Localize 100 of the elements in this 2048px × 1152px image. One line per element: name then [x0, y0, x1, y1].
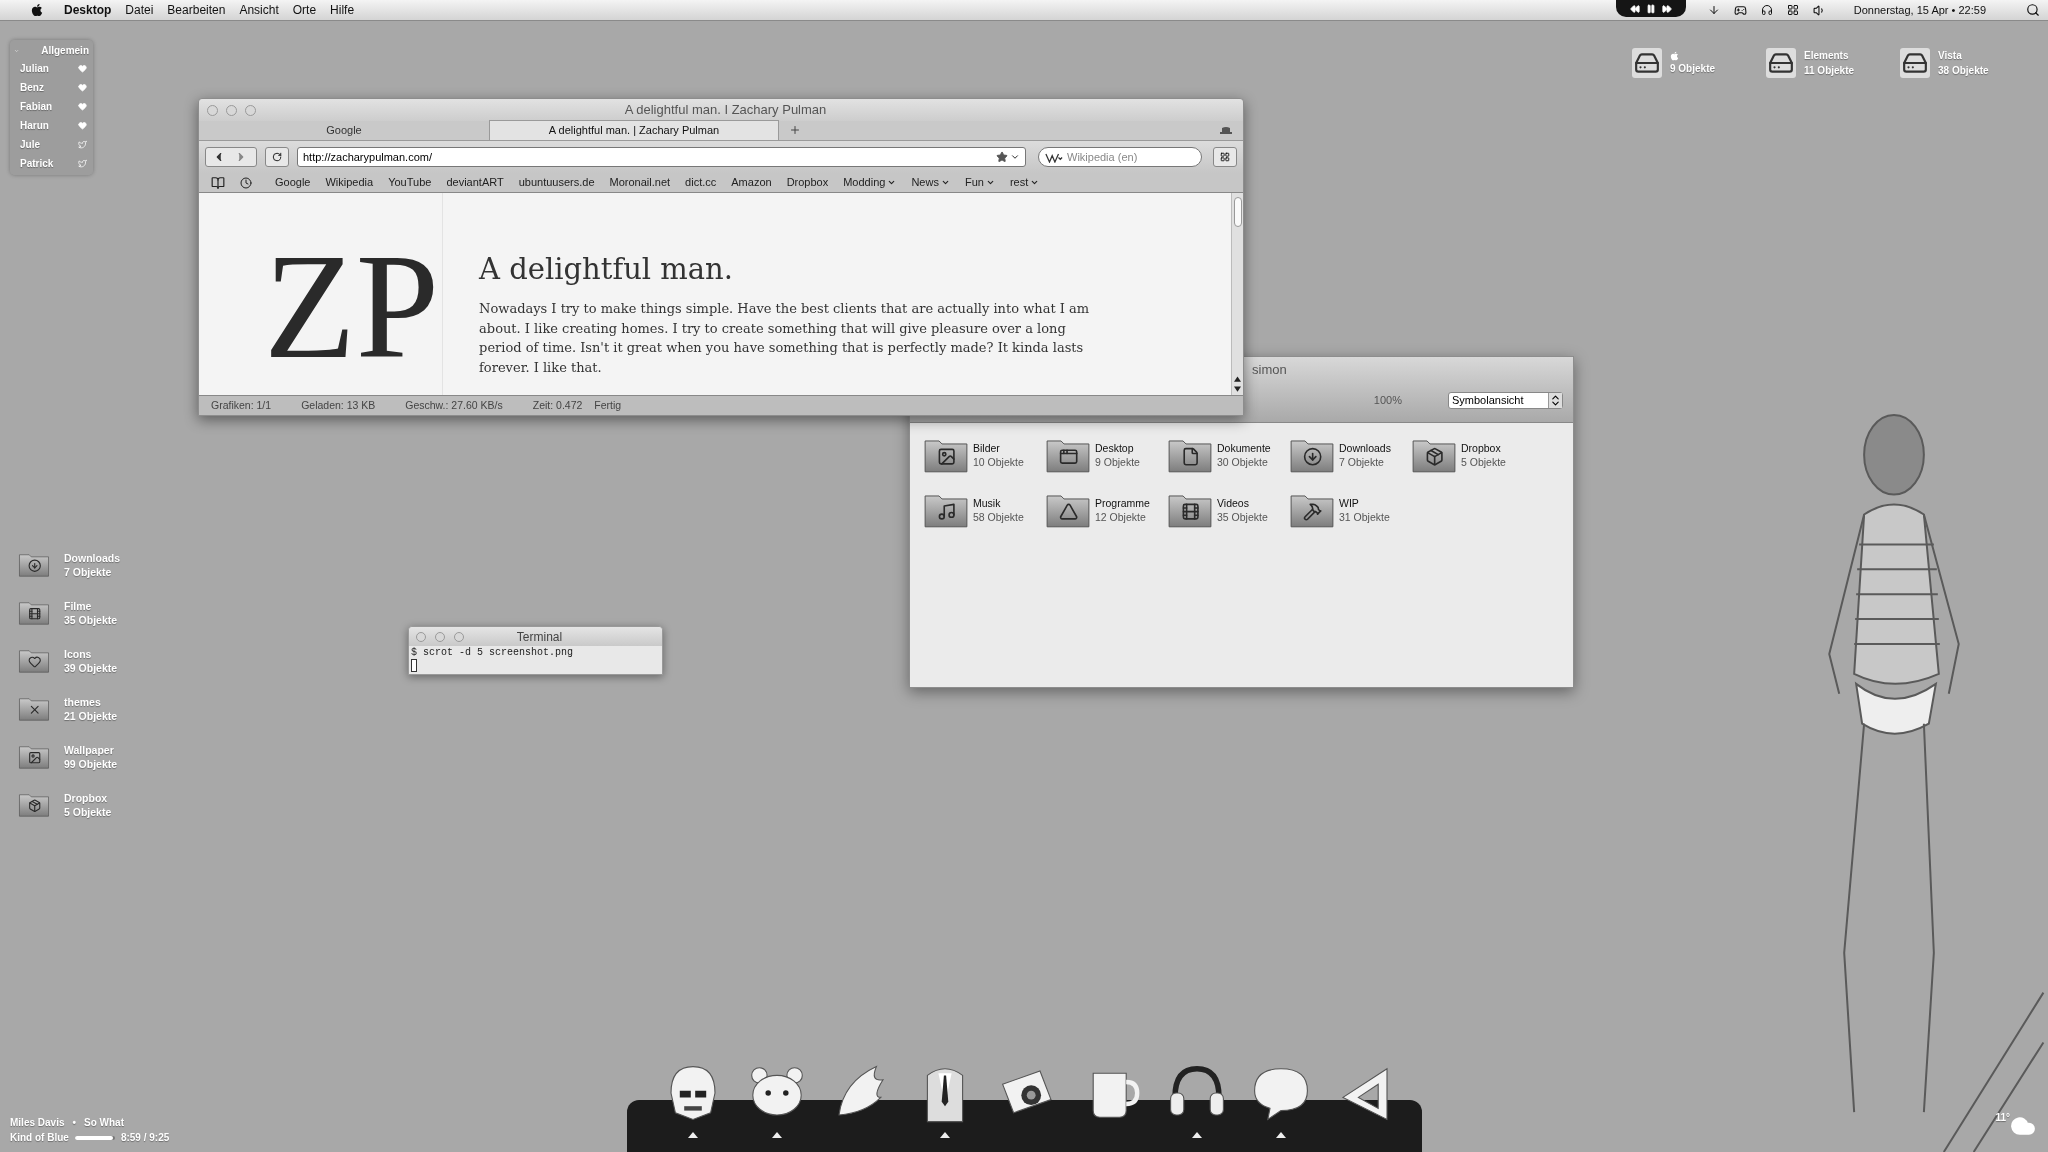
scroll-up-icon[interactable] — [1234, 376, 1241, 382]
reload-icon — [272, 152, 282, 162]
headphones-icon[interactable] — [1760, 4, 1773, 16]
temperature: 11° — [1995, 1111, 2010, 1125]
running-indicator — [1276, 1132, 1286, 1138]
dropbox-folder-icon — [1411, 437, 1457, 474]
dropdown-caret-icon — [985, 178, 995, 187]
folder-count: 30 Objekte — [1217, 455, 1269, 470]
document-folder-icon — [1167, 437, 1213, 474]
bookmark-folder[interactable]: News — [911, 174, 950, 191]
bookmark-link[interactable]: YouTube — [388, 174, 432, 191]
clock[interactable]: Donnerstag, 15 Apr • 22:59 — [1853, 1, 1986, 19]
download-folder-icon — [18, 552, 50, 578]
folder-count: 35 Objekte — [1217, 510, 1268, 525]
browser-tab[interactable]: Google — [199, 120, 489, 140]
running-indicator — [688, 1132, 698, 1138]
hard-drive-icon[interactable] — [1900, 48, 1930, 78]
hard-drive-icon[interactable] — [1766, 48, 1796, 78]
bird-icon — [78, 159, 87, 168]
artist-name: Miles Davis — [10, 1116, 65, 1130]
folder-label[interactable]: Dropbox — [1461, 441, 1506, 456]
bookmark-link[interactable]: Wikipedia — [325, 174, 374, 191]
bookmark-folder[interactable]: Modding — [843, 174, 897, 191]
drive-count: 11 Objekte — [1804, 64, 1856, 78]
bookmark-link[interactable]: Amazon — [731, 174, 772, 191]
folder-count: 5 Objekte — [64, 805, 112, 819]
search-engine-icon[interactable] — [1045, 151, 1063, 163]
folder-label[interactable]: Bilder — [973, 441, 1024, 456]
folder-count: 10 Objekte — [973, 455, 1024, 470]
volume-icon[interactable] — [1812, 3, 1826, 17]
dropdown-caret-icon — [887, 178, 897, 187]
menu-item[interactable]: Datei — [125, 1, 154, 19]
bird-icon — [78, 140, 87, 149]
dropdown-caret-icon[interactable] — [1010, 152, 1020, 162]
bookmark-folder[interactable]: rest — [1009, 174, 1040, 191]
scrollbar-thumb[interactable] — [1233, 197, 1242, 227]
folder-label[interactable]: Programme — [1095, 496, 1150, 511]
history-icon[interactable] — [240, 176, 252, 189]
bookmark-link[interactable]: dict.cc — [685, 174, 717, 191]
track-title: So What — [84, 1116, 124, 1130]
heart-folder-icon — [18, 648, 50, 674]
folder-label[interactable]: Videos — [1217, 496, 1268, 511]
menu-item[interactable]: Orte — [292, 1, 317, 19]
reload-button[interactable] — [265, 147, 289, 167]
site-logo: ZP — [264, 251, 440, 391]
heart-icon — [78, 102, 87, 111]
folder-label[interactable]: WIP — [1339, 496, 1390, 511]
folder-count: 12 Objekte — [1095, 510, 1147, 525]
grid-icon[interactable] — [1786, 4, 1799, 16]
bookmark-link[interactable]: ubuntuusers.de — [518, 174, 595, 191]
folder-count: 99 Objekte — [64, 757, 118, 771]
menu-item[interactable]: Hilfe — [330, 1, 355, 19]
download-icon[interactable] — [1707, 4, 1720, 16]
folder-count: 9 Objekte — [1095, 455, 1140, 470]
rewind-icon[interactable] — [1629, 3, 1640, 14]
screen-folder-icon — [1045, 437, 1091, 474]
drive-count: 9 Objekte — [1670, 61, 1717, 76]
folder-count: 58 Objekte — [973, 510, 1024, 525]
bookmarks-icon[interactable] — [211, 175, 225, 190]
heart-icon — [78, 64, 87, 73]
bookmark-link[interactable]: deviantART — [446, 174, 504, 191]
hard-drive-icon[interactable] — [1632, 48, 1662, 78]
url-field[interactable]: http://zacharypulman.com/ — [297, 147, 1026, 167]
status-text: Zeit: 0.472 — [532, 397, 583, 413]
view-dropdown[interactable]: Symbolansicht — [1448, 391, 1563, 409]
dropdown-caret-icon — [1030, 178, 1040, 187]
drive-name: Vista — [1938, 49, 1963, 63]
search-field[interactable]: Wikipedia (en) — [1038, 147, 1202, 167]
folder-count: 21 Objekte — [64, 709, 118, 723]
menu-item[interactable]: Ansicht — [239, 1, 279, 19]
page-heading: A delightful man. — [479, 251, 734, 287]
scroll-down-icon[interactable] — [1234, 386, 1241, 392]
bookmark-link[interactable]: Moronail.net — [609, 174, 671, 191]
hat-icon[interactable] — [1219, 126, 1233, 136]
dropdown-caret-icon — [940, 178, 950, 187]
running-indicator — [772, 1132, 782, 1138]
folder-label[interactable]: Dokumente — [1217, 441, 1271, 456]
folder-label[interactable]: Downloads — [1339, 441, 1391, 456]
gamepad-icon[interactable] — [1733, 3, 1747, 17]
playback-time: 8:59 / 9:25 — [120, 1131, 170, 1145]
folder-label[interactable]: Desktop — [1095, 441, 1140, 456]
browser-tab[interactable]: A delightful man. | Zachary Pulman — [489, 120, 779, 140]
folder-label[interactable]: Musik — [973, 496, 1024, 511]
download-folder-icon — [1289, 437, 1335, 474]
window-title: A delightful man. I Zachary Pulman — [623, 101, 828, 120]
fast-forward-icon[interactable] — [1661, 3, 1672, 14]
new-tab-icon[interactable] — [789, 124, 801, 136]
bookmark-folder[interactable]: Fun — [964, 174, 995, 191]
bookmark-link[interactable]: Google — [275, 174, 311, 191]
grid-view-button[interactable] — [1213, 147, 1237, 167]
app-menu[interactable]: Desktop — [64, 1, 112, 19]
apple-menu-icon[interactable] — [30, 3, 44, 17]
text-cursor — [411, 659, 417, 672]
menu-item[interactable]: Bearbeiten — [167, 1, 226, 19]
bookmark-link[interactable]: Dropbox — [786, 174, 829, 191]
pause-icon[interactable] — [1645, 3, 1656, 14]
bookmark-star-icon[interactable] — [996, 151, 1008, 163]
folder-count: 35 Objekte — [64, 613, 118, 627]
status-text: Grafiken: 1/1 — [211, 397, 272, 413]
search-icon[interactable] — [2026, 3, 2040, 17]
